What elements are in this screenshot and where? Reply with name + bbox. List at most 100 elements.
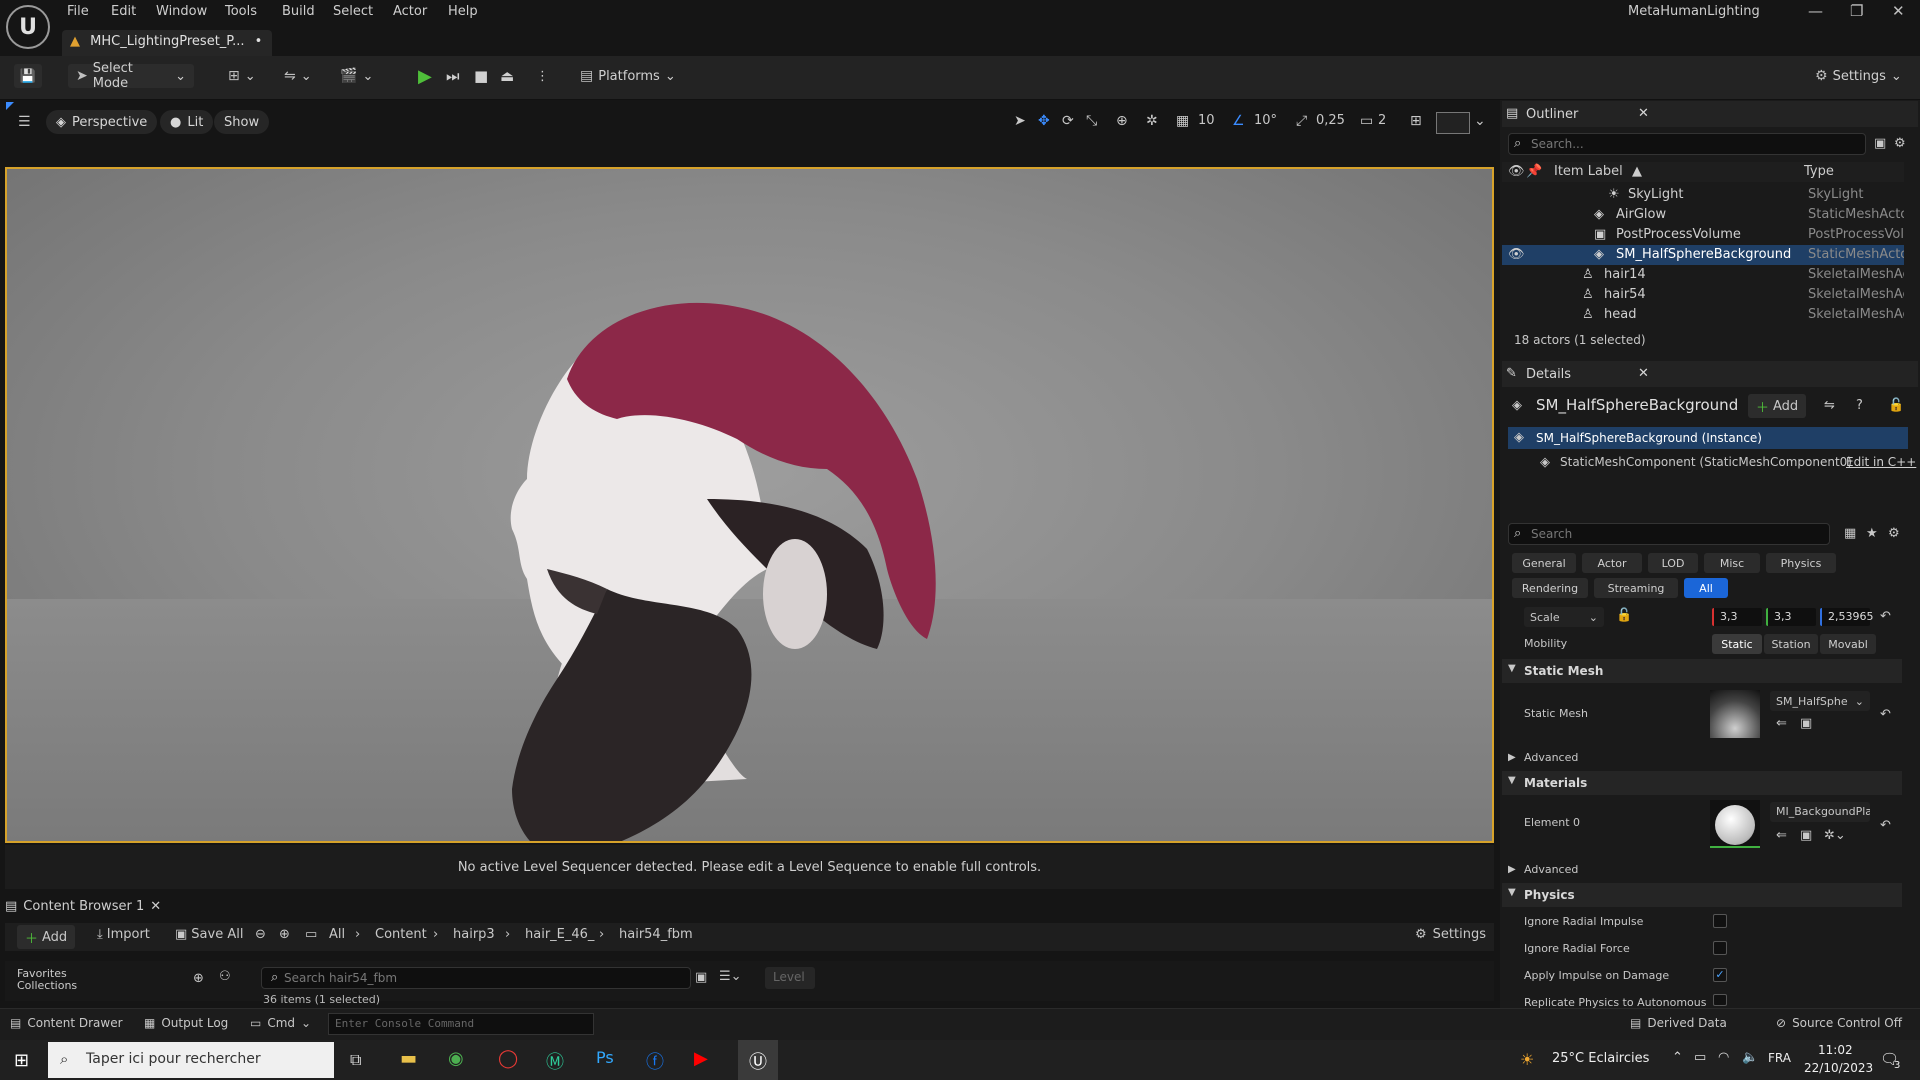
- close-tab-icon[interactable]: ✕: [1638, 106, 1649, 121]
- collapse-arrow-icon[interactable]: ▼: [1508, 887, 1516, 898]
- material-picker[interactable]: MI_BackgoundPlane: [1770, 802, 1870, 822]
- layout-icon[interactable]: [1436, 112, 1470, 134]
- save-search-icon[interactable]: ▣: [695, 970, 707, 985]
- details-search-input[interactable]: Search: [1508, 523, 1830, 545]
- tab-streaming[interactable]: Streaming: [1594, 578, 1678, 598]
- lock-icon[interactable]: 🔓: [1888, 398, 1904, 413]
- close-tab-icon[interactable]: ✕: [1638, 366, 1649, 381]
- menu-window[interactable]: Window: [156, 4, 207, 19]
- path-hairp3[interactable]: hairp3: [453, 927, 495, 942]
- apply-impulse-on-damage-checkbox[interactable]: ✓: [1713, 968, 1727, 982]
- select-tool-icon[interactable]: ➤: [1014, 113, 1026, 129]
- expand-arrow-icon[interactable]: ▶: [1508, 752, 1516, 763]
- collapse-arrow-icon[interactable]: ▼: [1508, 775, 1516, 786]
- tab-physics[interactable]: Physics: [1766, 553, 1836, 573]
- static-mesh-picker[interactable]: SM_HalfSphe ⌄: [1770, 691, 1870, 711]
- step-button[interactable]: ⏭: [446, 64, 460, 88]
- device-icon[interactable]: ▭: [1694, 1050, 1706, 1065]
- menu-tools[interactable]: Tools: [225, 4, 257, 19]
- add-collection-icon[interactable]: ⊕: [193, 971, 204, 986]
- angle-snap-icon[interactable]: ∠: [1232, 113, 1245, 129]
- browse-icon[interactable]: ▣: [1800, 716, 1812, 731]
- cb-settings-button[interactable]: ⚙ Settings: [1415, 927, 1486, 942]
- cmd-dropdown[interactable]: ▭ Cmd ⌄: [250, 1016, 311, 1030]
- scale-snap-icon[interactable]: ⤢: [1296, 113, 1307, 129]
- browse-icon[interactable]: ▣: [1800, 828, 1812, 843]
- maximize-viewport-icon[interactable]: ⊞: [1410, 113, 1422, 129]
- chevron-down-icon[interactable]: ⌄: [1474, 113, 1486, 129]
- edit-in-cpp-link[interactable]: Edit in C++: [1846, 455, 1916, 469]
- tab-general[interactable]: General: [1512, 553, 1576, 573]
- outliner-row[interactable]: ▣ PostProcessVolume PostProcessVol: [1502, 225, 1904, 245]
- favorite-star-icon[interactable]: ★: [1866, 526, 1878, 541]
- component-row[interactable]: StaticMeshComponent (StaticMeshComponent…: [1560, 455, 1852, 469]
- filter-icon[interactable]: ☰⌄: [719, 969, 742, 984]
- hamburger-menu-icon[interactable]: ☰: [18, 114, 31, 130]
- output-log-button[interactable]: ▦ Output Log: [144, 1016, 228, 1030]
- surface-snap-icon[interactable]: ✲: [1146, 113, 1158, 129]
- advanced-row[interactable]: Advanced: [1524, 751, 1578, 764]
- restore-icon[interactable]: ❐: [1850, 2, 1863, 20]
- select-mode-dropdown[interactable]: ➤ Select Mode ⌄: [68, 61, 194, 91]
- translate-tool-icon[interactable]: ✥: [1038, 113, 1050, 129]
- metahuman-app-icon[interactable]: Ⓜ: [546, 1048, 564, 1074]
- mobility-stationary[interactable]: Station: [1764, 634, 1818, 654]
- history-back-icon[interactable]: ⊖: [255, 927, 266, 942]
- menu-file[interactable]: File: [67, 4, 89, 19]
- wifi-icon[interactable]: ◠: [1718, 1050, 1729, 1065]
- mobility-movable[interactable]: Movabl: [1820, 634, 1876, 654]
- menu-edit[interactable]: Edit: [111, 4, 136, 19]
- content-browser-tab[interactable]: ▤ Content Browser 1 ✕: [5, 893, 161, 919]
- ignore-radial-force-checkbox[interactable]: [1713, 941, 1727, 955]
- weather-text[interactable]: 25°C Eclaircies: [1552, 1051, 1649, 1066]
- volume-icon[interactable]: 🔈: [1742, 1050, 1758, 1065]
- file-explorer-icon[interactable]: ▬: [400, 1048, 417, 1069]
- reset-icon[interactable]: ↶: [1880, 609, 1891, 624]
- add-folder-icon[interactable]: ▣: [1874, 136, 1886, 151]
- menu-actor[interactable]: Actor: [393, 4, 427, 19]
- tab-rendering[interactable]: Rendering: [1512, 578, 1588, 598]
- youtube-icon[interactable]: ▶: [694, 1048, 708, 1069]
- taskbar-search-input[interactable]: Taper ici pour rechercher: [48, 1042, 334, 1078]
- derived-data-button[interactable]: ▤ Derived Data: [1630, 1016, 1727, 1030]
- advanced-row[interactable]: Advanced: [1524, 863, 1578, 876]
- material-thumbnail[interactable]: [1710, 800, 1760, 848]
- history-forward-icon[interactable]: ⊕: [279, 927, 290, 942]
- show-button[interactable]: Show: [214, 110, 270, 134]
- details-add-button[interactable]: ＋ Add: [1748, 394, 1807, 418]
- collections-label[interactable]: Collections: [17, 979, 77, 992]
- tab-all[interactable]: All: [1684, 578, 1728, 598]
- cinematics-button[interactable]: 🎬 ⌄: [340, 64, 373, 88]
- language-indicator[interactable]: FRA: [1768, 1051, 1791, 1065]
- source-control-button[interactable]: ⊘ Source Control Off: [1776, 1016, 1902, 1030]
- lock-scale-icon[interactable]: 🔓: [1616, 608, 1632, 623]
- visibility-eye-icon[interactable]: 👁: [1508, 247, 1525, 262]
- cb-import-button[interactable]: ⤓ Import: [97, 927, 150, 942]
- minimize-icon[interactable]: —: [1808, 2, 1823, 20]
- grid-snap-icon[interactable]: ▦: [1176, 113, 1189, 129]
- save-icon[interactable]: 💾: [14, 64, 42, 88]
- cb-save-all-button[interactable]: ▣ Save All: [175, 927, 243, 942]
- scale-x-input[interactable]: 3,3: [1712, 608, 1762, 626]
- task-view-icon[interactable]: ⧉: [350, 1050, 361, 1070]
- close-tab-icon[interactable]: ✕: [150, 899, 161, 914]
- camera-speed-value[interactable]: 2: [1378, 113, 1386, 128]
- angle-snap-value[interactable]: 10°: [1254, 113, 1277, 128]
- grid-size-value[interactable]: 10: [1198, 113, 1215, 128]
- outliner-row[interactable]: ◈ AirGlow StaticMeshActo: [1502, 205, 1904, 225]
- path-hair-e-46[interactable]: hair_E_46_: [525, 927, 594, 942]
- rotate-tool-icon[interactable]: ⟳: [1062, 113, 1074, 129]
- reset-icon[interactable]: ↶: [1880, 707, 1891, 722]
- tab-actor[interactable]: Actor: [1582, 553, 1642, 573]
- section-materials[interactable]: Materials: [1502, 771, 1902, 795]
- cb-search-input[interactable]: Search hair54_fbm: [261, 967, 691, 989]
- material-options-icon[interactable]: ✲⌄: [1824, 828, 1846, 843]
- level-viewport[interactable]: [5, 167, 1494, 843]
- clock-time[interactable]: 11:02: [1818, 1043, 1853, 1057]
- section-physics[interactable]: Physics: [1502, 883, 1902, 907]
- outliner-row[interactable]: ♙ hair54 SkeletalMeshAc: [1502, 285, 1904, 305]
- stop-button[interactable]: ■: [474, 64, 488, 88]
- tab-misc[interactable]: Misc: [1704, 553, 1760, 573]
- scale-tool-icon[interactable]: ⤡: [1086, 113, 1097, 129]
- scale-y-input[interactable]: 3,3: [1766, 608, 1816, 626]
